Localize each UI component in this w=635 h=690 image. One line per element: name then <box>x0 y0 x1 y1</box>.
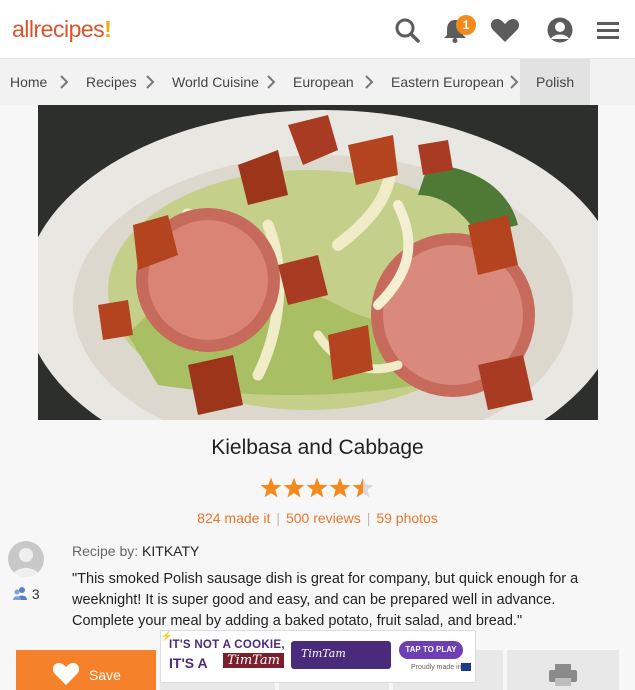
recipe-title: Kielbasa and Cabbage <box>211 436 424 459</box>
menu-icon[interactable] <box>595 16 621 44</box>
ad-subline: IT'S A <box>169 655 208 671</box>
breadcrumb-eastern-european[interactable]: Eastern European <box>391 59 504 105</box>
chevron-right-icon <box>510 75 519 89</box>
kielbasa-cabbage-photo <box>38 105 598 420</box>
recipe-photo[interactable] <box>38 105 598 420</box>
search-icon[interactable] <box>393 16 421 44</box>
followers-icon <box>13 587 27 600</box>
tim-tam-ad-banner[interactable]: ⚡ IT'S NOT A COOKIE, IT'S A TimTam TimTa… <box>160 630 476 683</box>
heart-icon <box>52 663 80 685</box>
user-icon[interactable] <box>546 16 574 44</box>
divider: | <box>366 510 371 526</box>
breadcrumb-home[interactable]: Home <box>10 59 47 105</box>
breadcrumb-world-cuisine[interactable]: World Cuisine <box>172 59 259 105</box>
star-icon <box>352 477 374 498</box>
chevron-right-icon <box>365 75 374 89</box>
breadcrumb-polish[interactable]: Polish <box>520 59 591 105</box>
recipe-byline: Recipe by: KITKATY <box>72 543 199 559</box>
divider: | <box>276 510 280 526</box>
breadcrumb-recipes[interactable]: Recipes <box>86 59 137 105</box>
star-icon <box>306 477 328 498</box>
save-button[interactable]: Save <box>16 650 156 690</box>
allrecipes-logo[interactable]: allrecipes! <box>12 16 112 43</box>
heart-icon[interactable] <box>489 16 521 44</box>
star-icon <box>260 477 282 498</box>
ad-headline: IT'S NOT A COOKIE, <box>169 639 285 651</box>
followers[interactable]: 3 <box>12 586 40 602</box>
recipe-stats: 824 made it | 500 reviews | 59 photos <box>0 510 635 526</box>
followers-count: 3 <box>31 586 40 602</box>
ad-made-in: Proudly made in <box>411 664 462 671</box>
author-name[interactable]: KITKATY <box>142 543 199 559</box>
ad-brand-logo: TimTam <box>223 653 284 668</box>
chevron-right-icon <box>146 75 155 89</box>
australia-flag-icon <box>461 663 471 671</box>
photos-link[interactable]: 59 photos <box>376 510 438 526</box>
ad-pack-label: TimTam <box>301 647 346 660</box>
print-button[interactable] <box>507 650 619 690</box>
reviews-link[interactable]: 500 reviews <box>286 510 361 526</box>
notification-badge: 1 <box>456 15 476 35</box>
chevron-right-icon <box>60 75 69 89</box>
author-avatar[interactable] <box>8 541 44 577</box>
breadcrumb: Home Recipes World Cuisine European East… <box>0 59 635 105</box>
star-icon <box>329 477 351 498</box>
ad-product-pack: TimTam <box>291 641 391 669</box>
rating-stars[interactable] <box>260 476 376 500</box>
site-header: allrecipes! 1 <box>0 0 635 59</box>
recipe-description: "This smoked Polish sausage dish is grea… <box>72 571 579 629</box>
ad-tap-to-play-button[interactable]: TAP TO PLAY <box>399 641 463 659</box>
star-icon <box>283 477 305 498</box>
chevron-right-icon <box>267 75 276 89</box>
breadcrumb-european[interactable]: European <box>293 59 354 105</box>
made-it-link[interactable]: 824 made it <box>197 510 270 526</box>
avatar-placeholder-icon <box>12 548 40 577</box>
byline-label: Recipe by: <box>72 543 139 559</box>
